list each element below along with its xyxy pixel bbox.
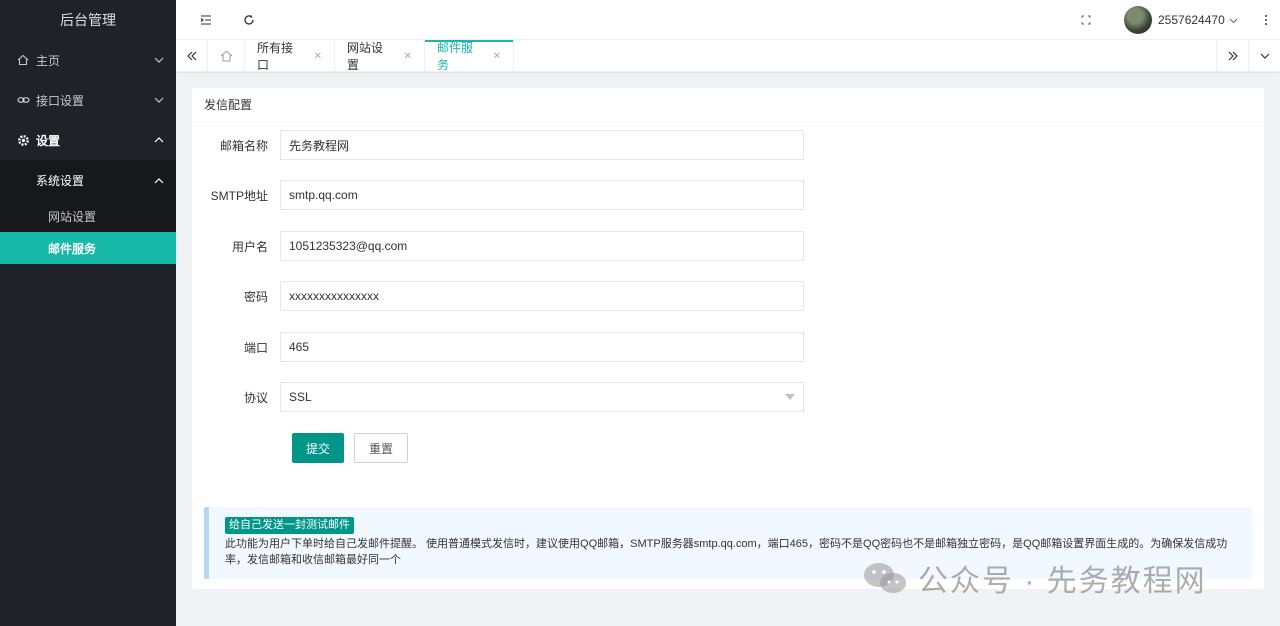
collapse-menu-button[interactable] — [196, 10, 216, 30]
gear-icon — [16, 133, 30, 147]
fullscreen-button[interactable] — [1076, 10, 1096, 30]
form-row-smtp: SMTP地址 smtp.qq.com — [192, 180, 804, 210]
sidebar-item-home[interactable]: 主页 — [0, 40, 176, 80]
sidebar-item-label: 接口设置 — [36, 93, 85, 108]
tab-home[interactable] — [208, 40, 245, 72]
field-label: 端口 — [243, 340, 268, 355]
field-label: SMTP地址 — [210, 188, 268, 203]
page-tabs-bar: 所有接口 ✕ 网站设置 ✕ 邮件服务 ✕ — [176, 40, 1280, 72]
sidebar-item-site-settings[interactable]: 网站设置 — [0, 200, 176, 232]
indent-icon — [200, 15, 211, 25]
field-label: 协议 — [243, 390, 268, 405]
more-menu-button[interactable] — [1256, 10, 1276, 30]
user-menu[interactable]: 2557624470 — [1124, 6, 1238, 34]
password-input[interactable]: xxxxxxxxxxxxxxx — [280, 281, 804, 311]
tabs-scroll-right-button[interactable] — [1216, 40, 1248, 72]
refresh-icon — [244, 14, 254, 25]
tab-mail-service[interactable]: 邮件服务 ✕ — [425, 40, 514, 72]
chevron-up-icon — [154, 135, 164, 145]
mail-config-card: 发信配置 邮箱名称 先务教程网 SMTP地址 smtp.qq.com 用户名 1… — [192, 88, 1264, 589]
logo: 后台管理 — [0, 0, 176, 40]
refresh-button[interactable] — [239, 10, 259, 30]
fullscreen-icon — [1081, 15, 1091, 25]
reset-button[interactable]: 重置 — [354, 433, 408, 463]
sidebar: 后台管理 主页 接口设置 设置 系统设置 网站设置 邮件服务 — [0, 0, 176, 626]
tab-label: 网站设置 — [347, 41, 384, 72]
chevron-down-icon — [154, 95, 164, 105]
port-input[interactable]: 465 — [280, 332, 804, 362]
field-label: 密码 — [243, 289, 268, 304]
dropdown-caret-icon — [785, 394, 795, 400]
watermark-text: 公众号 · 先务教程网 — [918, 565, 1207, 598]
watermark: 公众号 · 先务教程网 — [862, 556, 1207, 600]
field-label: 邮箱名称 — [219, 138, 268, 153]
more-vertical-icon — [1265, 15, 1267, 25]
form-row-mail-name: 邮箱名称 先务教程网 — [192, 130, 804, 160]
chevron-up-icon — [154, 173, 164, 187]
submit-button[interactable]: 提交 — [292, 433, 344, 463]
close-icon[interactable]: ✕ — [404, 51, 412, 62]
sidebar-item-label: 主页 — [36, 53, 61, 68]
card-title: 发信配置 — [192, 88, 1264, 122]
form-row-username: 用户名 1051235323@qq.com — [192, 231, 804, 261]
wechat-icon — [864, 563, 906, 593]
home-icon — [220, 50, 232, 62]
chevron-down-icon — [154, 55, 164, 65]
username-input[interactable]: 1051235323@qq.com — [280, 231, 804, 261]
sidebar-item-api-settings[interactable]: 接口设置 — [0, 80, 176, 120]
username: 2557624470 — [1158, 13, 1225, 27]
sidebar-item-settings[interactable]: 设置 — [0, 120, 176, 160]
double-chevron-left-icon — [186, 51, 196, 61]
double-chevron-right-icon — [1228, 51, 1238, 61]
home-icon — [16, 53, 30, 67]
form-row-protocol: 协议 SSL — [192, 382, 804, 412]
protocol-select[interactable]: SSL — [280, 382, 804, 412]
mail-name-input[interactable]: 先务教程网 — [280, 130, 804, 160]
tab-label: 所有接口 — [257, 41, 294, 72]
tab-label: 邮件服务 — [437, 41, 474, 72]
sidebar-item-label: 系统设置 — [36, 173, 85, 188]
avatar — [1124, 6, 1152, 34]
settings-submenu: 系统设置 网站设置 邮件服务 — [0, 160, 176, 264]
tabs-menu-button[interactable] — [1248, 40, 1280, 72]
close-icon[interactable]: ✕ — [314, 51, 322, 62]
tab-all-apis[interactable]: 所有接口 ✕ — [245, 40, 335, 72]
close-icon[interactable]: ✕ — [493, 51, 501, 62]
field-label: 用户名 — [231, 239, 268, 254]
smtp-address-input[interactable]: smtp.qq.com — [280, 180, 804, 210]
sidebar-item-system-settings[interactable]: 系统设置 — [0, 160, 176, 200]
sidebar-item-mail-service[interactable]: 邮件服务 — [0, 232, 176, 264]
protocol-selected-value: SSL — [289, 390, 312, 404]
link-icon — [16, 93, 30, 107]
form-row-password: 密码 xxxxxxxxxxxxxxx — [192, 281, 804, 311]
send-test-mail-link[interactable]: 给自己发送一封测试邮件 — [225, 517, 354, 534]
chevron-down-icon — [1260, 53, 1269, 59]
chevron-down-icon — [1229, 13, 1238, 27]
tabs-scroll-left-button[interactable] — [176, 40, 208, 72]
top-header: 2557624470 — [176, 0, 1280, 40]
sidebar-item-label: 设置 — [36, 133, 61, 148]
form-row-port: 端口 465 — [192, 332, 804, 362]
tab-site-settings[interactable]: 网站设置 ✕ — [335, 40, 425, 72]
